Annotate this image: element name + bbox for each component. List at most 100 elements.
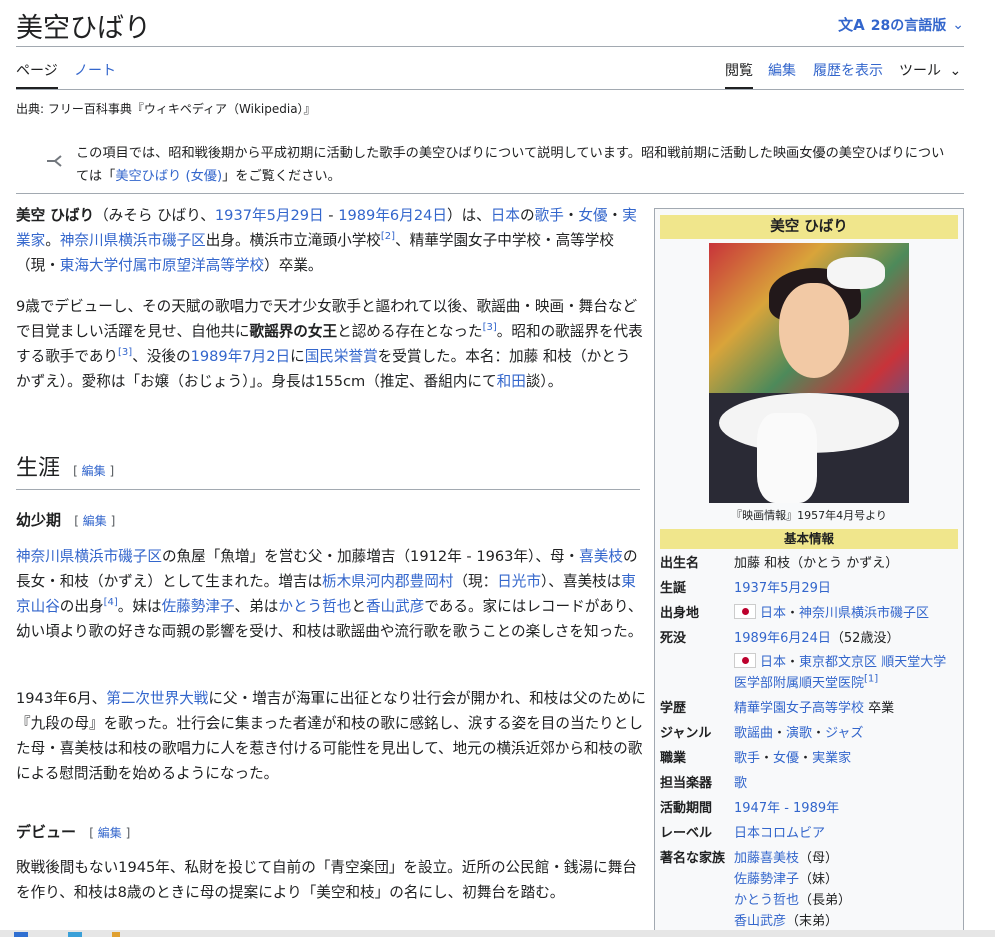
- link-tochigi[interactable]: 栃木県河内郡豊岡村: [322, 573, 453, 590]
- section-edit-link[interactable]: 編集: [83, 514, 107, 528]
- text: -: [323, 207, 339, 224]
- section-edit: [ 編集 ]: [73, 464, 115, 478]
- link-award-date[interactable]: 1989年7月2日: [191, 348, 291, 365]
- link-school[interactable]: 東海大学付属市原望洋高等学校: [60, 257, 264, 274]
- link-active-years[interactable]: 1947年 - 1989年: [734, 801, 839, 816]
- tab-tools[interactable]: ツール ⌄: [899, 60, 961, 89]
- tools-label: ツール: [899, 63, 941, 79]
- reference-1[interactable]: [1]: [864, 674, 878, 685]
- infobox-row: 生誕 1937年5月29日: [660, 578, 958, 599]
- row-label: 死没: [660, 631, 687, 646]
- link-ww2[interactable]: 第二次世界大戦: [106, 690, 208, 707]
- text: ・: [799, 751, 813, 766]
- childhood-paragraph-2: 1943年6月、第二次世界大戦に父・増吉が海軍に出征となり壮行会が開かれ、和枝は…: [16, 686, 646, 786]
- section-edit: [ 編集 ]: [74, 514, 116, 528]
- link-occupation[interactable]: 女優: [773, 751, 799, 766]
- link-occupation[interactable]: 実業家: [812, 751, 851, 766]
- row-label: 著名な家族: [660, 851, 726, 866]
- tab-history[interactable]: 履歴を表示: [813, 60, 883, 89]
- link-japan[interactable]: 日本: [491, 207, 520, 224]
- text: に: [290, 348, 305, 365]
- link-japan[interactable]: 日本: [760, 606, 786, 621]
- text: （みそら ひばり、: [94, 207, 215, 224]
- chevron-down-icon: ⌄: [952, 16, 964, 33]
- hatnote-divider: [16, 193, 964, 194]
- tab-read[interactable]: 閲覧: [725, 60, 753, 89]
- link-genre[interactable]: 歌謡曲: [734, 726, 773, 741]
- infobox: 美空 ひばり 『映画情報』1957年4月号より 基本情報 出生名 加藤 和枝（か…: [654, 208, 964, 937]
- text: 談）。: [525, 373, 563, 390]
- row-label: 職業: [660, 751, 687, 766]
- link-birthplace[interactable]: 神奈川県横浜市磯子区: [60, 232, 206, 249]
- section-edit: [ 編集 ]: [89, 826, 131, 840]
- infobox-row: 出生名 加藤 和枝（かとう かずえ）: [660, 553, 958, 574]
- taskbar-app-icon[interactable]: [14, 932, 28, 937]
- childhood-paragraph-1: 神奈川県横浜市磯子区の魚屋「魚増」を営む父・加藤増吉（1912年 - 1963年…: [16, 544, 646, 644]
- infobox-row: 著名な家族 加藤喜美枝（母） 佐藤勢津子（妹） かとう哲也（長弟） 香山武彦（末…: [660, 848, 958, 932]
- text: の出身: [59, 598, 104, 615]
- link-instrument[interactable]: 歌: [734, 776, 747, 791]
- link-family[interactable]: かとう哲也: [734, 893, 799, 908]
- link-family[interactable]: 佐藤勢津子: [734, 872, 799, 887]
- tab-note[interactable]: ノート: [74, 60, 116, 89]
- link-sister[interactable]: 佐藤勢津子: [162, 598, 235, 615]
- link-wada[interactable]: 和田: [497, 373, 526, 390]
- link-genre[interactable]: ジャズ: [825, 726, 863, 741]
- page-title: 美空ひばり: [16, 13, 151, 44]
- section-edit-link[interactable]: 編集: [98, 826, 122, 840]
- taskbar-app-icon[interactable]: [112, 932, 120, 937]
- text: 卒業: [864, 701, 895, 716]
- reference-4[interactable]: [4]: [104, 597, 118, 608]
- link-birthplace[interactable]: 神奈川県横浜市磯子区: [16, 548, 162, 565]
- link-nikko[interactable]: 日光市: [497, 573, 541, 590]
- reference-3[interactable]: [3]: [483, 322, 497, 333]
- tab-page[interactable]: ページ: [16, 60, 58, 89]
- link-origin-place[interactable]: 神奈川県横浜市磯子区: [799, 606, 929, 621]
- portrait-image[interactable]: [709, 243, 909, 503]
- hatnote-link[interactable]: 美空ひばり (女優): [115, 169, 222, 184]
- row-label: ジャンル: [660, 726, 712, 741]
- link-death-date[interactable]: 1989年6月24日: [338, 207, 447, 224]
- text: ・: [760, 751, 774, 766]
- reference-3[interactable]: [3]: [118, 347, 132, 358]
- section-title: 生涯: [16, 456, 61, 481]
- link-label[interactable]: 日本コロムビア: [734, 826, 825, 841]
- link-died-date[interactable]: 1989年6月24日: [734, 631, 831, 646]
- link-family[interactable]: 香山武彦: [734, 914, 786, 929]
- section-heading-career: 生涯 [ 編集 ]: [16, 450, 640, 490]
- link-died-place[interactable]: 東京都文京区: [799, 655, 877, 670]
- link-family[interactable]: 加藤喜美枝: [734, 851, 799, 866]
- link-mother[interactable]: 喜美枝: [579, 548, 623, 565]
- debut-paragraph-1: 敗戦後間もない1945年、私財を投じて自前の「青空楽団」を設立。近所の公民館・銭…: [16, 859, 637, 901]
- section-edit-link[interactable]: 編集: [82, 464, 106, 478]
- row-value: 加藤 和枝（かとう かずえ）: [734, 556, 899, 571]
- tab-edit[interactable]: 編集: [768, 60, 796, 89]
- link-genre[interactable]: 演歌: [786, 726, 812, 741]
- row-label: 出身地: [660, 606, 700, 621]
- link-occupation[interactable]: 歌手: [734, 751, 760, 766]
- text: と認める存在となった: [337, 323, 483, 340]
- text: の: [519, 207, 535, 224]
- photo-shape: [779, 283, 849, 378]
- article-page: 美空ひばり 文A 28の言語版 ⌄ ページ ノート 閲覧 編集 履歴を表示 ツー…: [16, 0, 964, 937]
- section-title: デビュー: [16, 823, 77, 841]
- text: （長弟）: [799, 893, 852, 908]
- text: ・: [563, 207, 579, 224]
- link-brother-1[interactable]: かとう哲也: [278, 598, 351, 615]
- link-singer[interactable]: 歌手: [535, 207, 564, 224]
- infobox-table: 出生名 加藤 和枝（かとう かずえ） 生誕 1937年5月29日 出身地 日本・…: [660, 553, 958, 932]
- taskbar-app-icon[interactable]: [68, 932, 82, 937]
- link-award[interactable]: 国民栄誉賞: [305, 348, 378, 365]
- link-japan[interactable]: 日本: [760, 655, 786, 670]
- link-education[interactable]: 精華学園女子高等学校: [734, 701, 864, 716]
- text: ）卒業。: [264, 257, 323, 274]
- text: 1943年6月、: [16, 690, 107, 707]
- reference-2[interactable]: [2]: [381, 231, 395, 242]
- infobox-row: 活動期間 1947年 - 1989年: [660, 798, 958, 819]
- link-actress[interactable]: 女優: [578, 207, 607, 224]
- link-brother-2[interactable]: 香山武彦: [366, 598, 424, 615]
- link-birth-date[interactable]: 1937年5月29日: [215, 207, 324, 224]
- link-born[interactable]: 1937年5月29日: [734, 581, 831, 596]
- infobox-row: レーベル 日本コロムビア: [660, 823, 958, 844]
- language-button[interactable]: 文A 28の言語版 ⌄: [838, 14, 964, 35]
